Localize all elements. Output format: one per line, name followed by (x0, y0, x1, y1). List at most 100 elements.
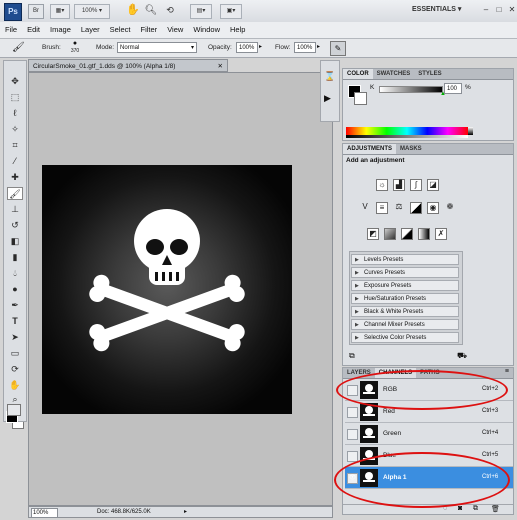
return-to-list-icon[interactable]: ⧉ (349, 351, 355, 361)
clone-stamp-tool-icon[interactable]: ⊥ (7, 203, 23, 216)
arrange-documents-button[interactable]: ▤▾ (190, 4, 212, 19)
rotate-view-icon[interactable]: ⟲ (162, 4, 178, 17)
shape-tool-icon[interactable]: ▭ (7, 347, 23, 360)
close-icon[interactable]: ✕ (507, 3, 517, 16)
menu-window[interactable]: Window (188, 22, 225, 38)
vibrance-icon[interactable]: V (359, 202, 371, 214)
preset-channel-mixer[interactable]: Channel Mixer Presets (351, 319, 459, 331)
type-tool-icon[interactable]: T (7, 315, 23, 328)
lasso-tool-icon[interactable]: ℓ (7, 107, 23, 120)
visibility-toggle[interactable] (347, 407, 358, 418)
clip-to-layer-icon[interactable]: ⛟ (457, 351, 467, 361)
path-selection-tool-icon[interactable]: ➤ (7, 331, 23, 344)
delete-channel-icon[interactable]: 🗑︎ (491, 505, 500, 513)
gradient-map-icon[interactable] (418, 228, 430, 240)
new-channel-icon[interactable]: ⧉ (473, 505, 478, 513)
exposure-icon[interactable]: ◪ (427, 179, 439, 191)
k-value-input[interactable]: 100 (444, 83, 462, 94)
flow-input[interactable]: 100% (294, 42, 316, 53)
hand-tool-icon[interactable]: ✋ (7, 379, 23, 392)
menu-view[interactable]: View (162, 22, 188, 38)
gradient-tool-icon[interactable]: ▮ (7, 251, 23, 264)
tool-options-bar: 🖌︎ Brush: ● 370 Mode: Normal ▾ Opacity: 1… (0, 39, 517, 58)
save-selection-icon[interactable]: ◙ (458, 505, 462, 512)
maximize-icon[interactable]: □ (494, 3, 504, 16)
posterize-icon[interactable] (384, 228, 396, 240)
color-ramp-bw[interactable] (346, 135, 468, 138)
menu-edit[interactable]: Edit (22, 22, 45, 38)
preset-exposure[interactable]: Exposure Presets (351, 280, 459, 292)
opacity-input[interactable]: 100% (236, 42, 258, 53)
move-tool-icon[interactable]: ✥ (7, 75, 23, 88)
actions-panel-icon[interactable]: ▶ (324, 93, 331, 104)
color-background-swatch[interactable] (354, 92, 367, 105)
brightness-contrast-icon[interactable]: ☼ (376, 179, 388, 191)
brush-preset-icon[interactable]: 🖌︎ (12, 42, 25, 53)
menu-image[interactable]: Image (45, 22, 76, 38)
3d-rotate-tool-icon[interactable]: ⟳ (7, 363, 23, 376)
quick-selection-tool-icon[interactable]: ✧ (7, 123, 23, 136)
preset-black-white[interactable]: Black & White Presets (351, 306, 459, 318)
workspace-switcher[interactable]: ESSENTIALS ▾ (412, 5, 461, 13)
hue-saturation-icon[interactable]: ≡ (376, 202, 388, 214)
menu-filter[interactable]: Filter (136, 22, 163, 38)
selective-color-icon[interactable]: ✗ (435, 228, 447, 240)
document-canvas-image[interactable] (42, 165, 292, 414)
launch-bridge-button[interactable]: Br (28, 4, 44, 19)
invert-icon[interactable]: ◩ (367, 228, 379, 240)
photo-filter-icon[interactable]: ◉ (427, 202, 439, 214)
dodge-tool-icon[interactable]: ● (7, 283, 23, 296)
zoom-level-dropdown[interactable]: 100% ▾ (74, 4, 110, 19)
status-menu-arrow-icon[interactable]: ▸ (184, 508, 187, 515)
zoom-tool-icon[interactable]: 🔍︎ (144, 4, 158, 17)
menu-help[interactable]: Help (225, 22, 250, 38)
eraser-tool-icon[interactable]: ◧ (7, 235, 23, 248)
hand-tool-icon[interactable]: ✋ (126, 4, 140, 17)
preset-levels[interactable]: Levels Presets (351, 254, 459, 266)
opacity-slider-arrow-icon[interactable]: ▸ (259, 43, 262, 50)
color-balance-icon[interactable]: ⚖ (393, 202, 405, 214)
document-info[interactable]: Doc: 468.8K/625.0K (97, 509, 151, 515)
flow-slider-arrow-icon[interactable]: ▸ (317, 43, 320, 50)
k-slider-track[interactable] (379, 86, 443, 93)
screen-mode-button[interactable]: ▣▾ (220, 4, 242, 19)
preset-hue-saturation[interactable]: Hue/Saturation Presets (351, 293, 459, 305)
healing-brush-tool-icon[interactable]: ✚ (7, 171, 23, 184)
tab-styles[interactable]: STYLES (414, 69, 445, 79)
mode-select[interactable]: Normal ▾ (117, 42, 197, 53)
tab-color[interactable]: COLOR (343, 69, 373, 79)
eyedropper-tool-icon[interactable]: ⁄ (7, 155, 23, 168)
zoom-input[interactable]: 100% (31, 508, 58, 518)
panel-menu-icon[interactable]: ≡ (505, 368, 509, 375)
view-extras-button[interactable]: ▦▾ (50, 4, 70, 19)
color-ramp-grayscale[interactable] (468, 127, 473, 135)
preset-curves[interactable]: Curves Presets (351, 267, 459, 279)
channel-mixer-icon[interactable]: ❁ (444, 202, 456, 214)
crop-tool-icon[interactable]: ⌗ (7, 139, 23, 152)
levels-icon[interactable]: ▟ (393, 179, 405, 191)
visibility-toggle[interactable] (347, 429, 358, 440)
airbrush-toggle-icon[interactable]: ✎ (330, 41, 346, 56)
minimize-icon[interactable]: – (481, 3, 491, 16)
menu-file[interactable]: File (0, 22, 22, 38)
pen-tool-icon[interactable]: ✒ (7, 299, 23, 312)
tab-masks[interactable]: MASKS (396, 144, 426, 154)
brush-tool-icon[interactable]: 🖌︎ (7, 187, 23, 200)
curves-icon[interactable]: ∫ (410, 179, 422, 191)
document-tab[interactable]: CircularSmoke_01.gtf_1.dds @ 100% (Alpha… (28, 59, 228, 72)
blur-tool-icon[interactable]: 💧︎ (7, 267, 23, 280)
quick-mask-icon[interactable] (7, 404, 21, 416)
history-panel-icon[interactable]: ⌛ (324, 71, 335, 82)
marquee-tool-icon[interactable]: ⬚ (7, 91, 23, 104)
channel-row-green[interactable]: Green Ctrl+4 (345, 423, 513, 445)
history-brush-tool-icon[interactable]: ↺ (7, 219, 23, 232)
menu-select[interactable]: Select (105, 22, 136, 38)
color-ramp-spectrum[interactable] (346, 127, 468, 135)
tab-adjustments[interactable]: ADJUSTMENTS (343, 144, 397, 154)
black-white-icon[interactable] (410, 202, 422, 214)
tab-swatches[interactable]: SWATCHES (373, 69, 415, 79)
brush-picker[interactable]: ● 370 (68, 40, 82, 56)
threshold-icon[interactable] (401, 228, 413, 240)
menu-layer[interactable]: Layer (76, 22, 105, 38)
preset-selective-color[interactable]: Selective Color Presets (351, 332, 459, 344)
